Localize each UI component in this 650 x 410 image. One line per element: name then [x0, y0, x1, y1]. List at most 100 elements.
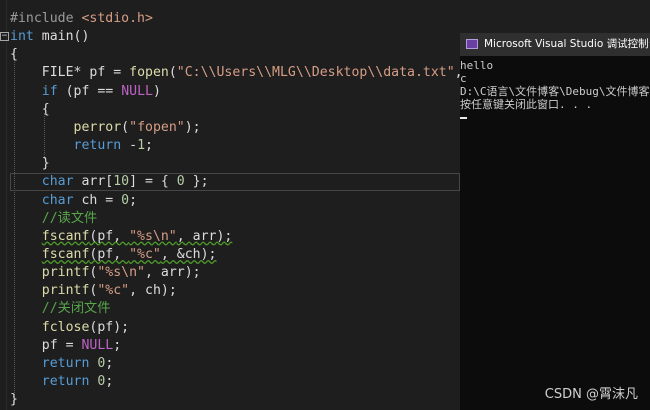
code-token: , ch); [129, 283, 177, 299]
console-title: Microsoft Visual Studio 调试控制台 [484, 38, 650, 50]
code-token: ch = [73, 192, 122, 208]
code-token: { [10, 101, 50, 117]
console-line-4: 按任意键关闭此窗口. . . [460, 98, 593, 111]
code-token: //读文件 [10, 210, 98, 226]
code-token: #include [10, 11, 82, 26]
code-token: printf [41, 283, 90, 299]
code-token: char [41, 192, 74, 208]
code-line: //读文件 [10, 210, 97, 228]
code-line: printf("%c", ch); [10, 282, 177, 300]
code-line: //关闭文件 [10, 300, 111, 318]
code-token: if [41, 83, 58, 99]
code-line: #include <stdio.h> [10, 10, 153, 28]
code-token: return [73, 138, 122, 154]
code-token: "%c" [97, 283, 130, 299]
code-token: ); [184, 119, 201, 135]
code-token: arr[ [73, 174, 114, 190]
code-token: , &ch); [160, 246, 217, 262]
code-editor[interactable]: − #include <stdio.h> int main(){ FILE* pf… [0, 0, 460, 410]
code-token: } [10, 156, 50, 172]
code-token: "fopen" [129, 119, 185, 135]
code-token: 10 [113, 174, 130, 190]
code-line: pf = NULL; [10, 337, 121, 355]
margin-line [6, 0, 7, 410]
code-token: //关闭文件 [10, 301, 111, 317]
code-line: fclose(pf); [10, 319, 129, 337]
code-token: ; [145, 138, 153, 154]
code-line: char ch = 0; [10, 192, 137, 210]
code-line: } [10, 391, 18, 409]
code-line: printf("%s\n", arr); [10, 264, 201, 282]
console-line-3: D:\C语言\文件博客\Debug\文件博客 [460, 85, 650, 98]
code-token: } [10, 392, 18, 408]
code-token: "C:\\Users\\MLG\\Desktop\\data.txt" [176, 65, 455, 81]
code-token: "%s\n" [97, 265, 145, 281]
code-token: main() [33, 29, 90, 45]
code-token: printf [41, 265, 90, 281]
code-token: - [121, 138, 138, 154]
editor-gutter [0, 0, 10, 410]
debug-console-window[interactable]: Microsoft Visual Studio 调试控制台 hello c D:… [460, 33, 650, 410]
code-token: ] = { [129, 174, 177, 190]
watermark: CSDN @霄沫凡 [544, 387, 638, 402]
code-line: return 0; [10, 355, 114, 373]
code-token: (pf == [57, 83, 122, 99]
code-token: NULL [81, 337, 114, 353]
code-token: return [41, 355, 90, 371]
code-token: (pf, [89, 246, 130, 262]
collapse-main-icon[interactable]: − [0, 32, 9, 41]
code-token: "%c" [129, 246, 161, 262]
code-line: fscanf(pf, "%s\n", arr); [10, 228, 233, 246]
code-line: FILE* pf = fopen("C:\\Users\\MLG\\Deskto… [10, 64, 460, 82]
code-token: 1 [137, 138, 146, 154]
code-token: ) [152, 83, 161, 99]
console-titlebar[interactable]: Microsoft Visual Studio 调试控制台 [460, 33, 650, 56]
code-token: fscanf [41, 228, 90, 244]
code-token: (pf, [89, 228, 130, 244]
code-token: , arr); [176, 228, 233, 244]
code-token: 0 [176, 174, 185, 190]
code-token: 0 [121, 192, 130, 208]
visual-studio-icon [466, 39, 478, 49]
code-line: { [10, 101, 50, 119]
code-token: ; [105, 374, 114, 389]
code-token: }; [184, 174, 209, 190]
code-line: } [10, 155, 50, 173]
code-token: FILE [10, 65, 74, 81]
code-token: { [10, 47, 18, 63]
code-token: <stdio.h> [81, 11, 153, 26]
code-token: ; [129, 192, 138, 208]
code-token: "%s\n" [129, 228, 177, 244]
code-token: ( [168, 65, 177, 81]
code-token: int [10, 29, 34, 45]
code-line: { [10, 46, 18, 64]
console-cursor [460, 117, 467, 119]
code-token: fclose [41, 319, 90, 335]
code-line: fscanf(pf, "%c", &ch); [10, 246, 217, 264]
code-token: NULL [121, 83, 153, 99]
code-token: return [41, 374, 90, 389]
code-token: ; [105, 355, 114, 371]
code-token: , arr); [145, 265, 201, 281]
code-line: perror("fopen"); [10, 119, 201, 137]
code-token: ( [121, 119, 130, 135]
console-line-2: c [460, 72, 467, 85]
code-line: return -1; [10, 137, 153, 155]
code-line: if (pf == NULL) [10, 83, 161, 101]
code-token: char [41, 174, 74, 190]
code-token: perror [73, 119, 122, 135]
code-line: return 0; [10, 373, 114, 391]
code-token: pf = [81, 65, 130, 81]
code-token: pf = [10, 337, 82, 353]
code-token: ; [113, 337, 122, 353]
